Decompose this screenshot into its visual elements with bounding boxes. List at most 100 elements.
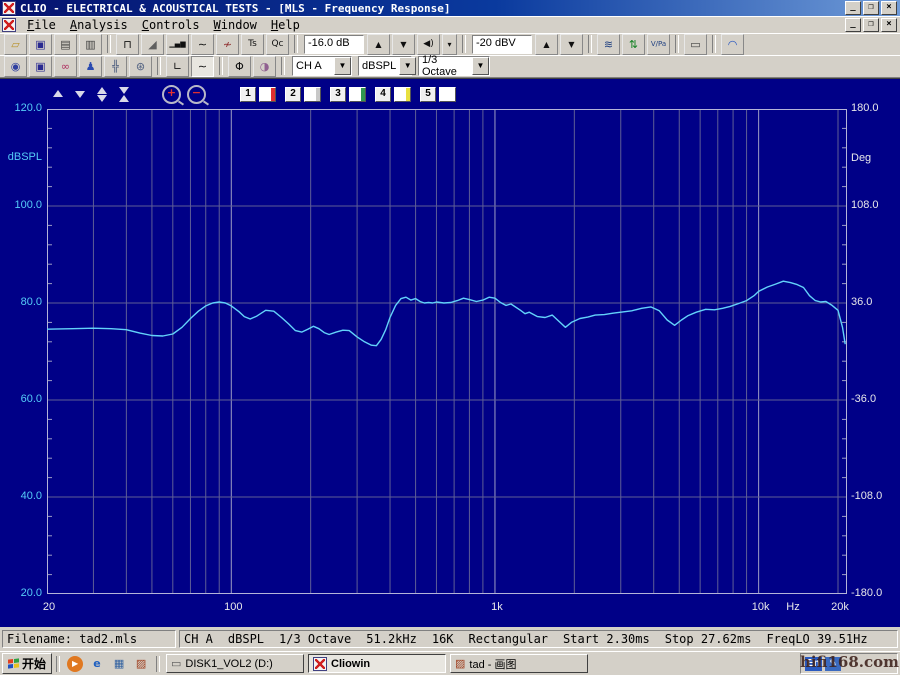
mdi-child-icon[interactable] bbox=[2, 18, 16, 32]
status-segment: dBSPL bbox=[228, 632, 264, 646]
x-axis-unit-label: Hz bbox=[783, 601, 803, 613]
save-button[interactable]: ▣ bbox=[29, 34, 52, 55]
curve-5-button[interactable]: 5 bbox=[420, 87, 436, 102]
y-right-tick: 36.0 bbox=[851, 296, 872, 308]
frequency-response-plot[interactable] bbox=[47, 109, 847, 594]
speaker-menu-button[interactable]: ▾ bbox=[442, 34, 457, 55]
status-segment: 51.2kHz bbox=[366, 632, 417, 646]
input-gain-up-button[interactable]: ▲ bbox=[535, 34, 558, 55]
expand-scale-button[interactable] bbox=[94, 87, 110, 101]
spectrum-fft-button[interactable]: ▁▄▆ bbox=[166, 34, 189, 55]
toolbar-separator bbox=[588, 35, 592, 53]
start-button[interactable]: 开始 bbox=[2, 653, 52, 674]
phase-button[interactable]: Φ bbox=[228, 56, 251, 77]
x-tick: 100 bbox=[221, 601, 245, 613]
channel-select[interactable]: CH A▼ bbox=[292, 56, 352, 76]
open-button[interactable]: ▱ bbox=[4, 34, 27, 55]
task-clio[interactable]: Cliowin bbox=[308, 654, 446, 673]
y-right-tick: 108.0 bbox=[851, 199, 879, 211]
scroll-down-button[interactable] bbox=[72, 87, 88, 101]
output-level-up-button[interactable]: ▲ bbox=[367, 34, 390, 55]
scroll-up-button[interactable] bbox=[50, 87, 66, 101]
plot-border bbox=[48, 110, 847, 594]
clio-target-button[interactable]: ◉ bbox=[4, 56, 27, 77]
shift-button[interactable]: ╬ bbox=[104, 56, 127, 77]
curve-2-button[interactable]: 2 bbox=[285, 87, 301, 102]
curve-4-color-swatch[interactable] bbox=[394, 87, 411, 102]
status-segment: Rectangular bbox=[469, 632, 548, 646]
task-drive[interactable]: ▭DISK1_VOL2 (D:) bbox=[166, 654, 304, 673]
status-bar: Filename: tad2.mls CH AdBSPL1/3 Octave51… bbox=[0, 627, 900, 651]
curve-4-button[interactable]: 4 bbox=[375, 87, 391, 102]
curve-1-button[interactable]: 1 bbox=[240, 87, 256, 102]
mdi-close-button[interactable]: × bbox=[881, 18, 897, 32]
status-segment: CH A bbox=[184, 632, 213, 646]
input-gain-field[interactable]: -20 dBV bbox=[472, 35, 532, 54]
task-paint-doc[interactable]: ▨tad - 画图 bbox=[450, 654, 588, 673]
chevron-down-icon[interactable]: ▼ bbox=[399, 57, 416, 75]
mls-signal-button[interactable]: ⊓ bbox=[116, 34, 139, 55]
sine-off-button[interactable]: ≁ bbox=[216, 34, 239, 55]
x-tick: 20k bbox=[828, 601, 852, 613]
save-measure-button[interactable]: ▣ bbox=[29, 56, 52, 77]
sine-button[interactable]: ∼ bbox=[191, 34, 214, 55]
mic-sensitivity-button[interactable]: V/Pa bbox=[647, 34, 670, 55]
wheel-settings-button[interactable]: ⊛ bbox=[129, 56, 152, 77]
windows-logo-icon bbox=[8, 658, 19, 669]
mdi-minimize-button[interactable]: _ bbox=[845, 18, 861, 32]
curve-5-color-swatch[interactable] bbox=[439, 87, 456, 102]
compress-scale-button[interactable] bbox=[116, 87, 132, 101]
menu-controls[interactable]: Controls bbox=[135, 17, 207, 33]
autorange-button[interactable]: ≋ bbox=[597, 34, 620, 55]
channel-select-value: CH A bbox=[293, 60, 334, 72]
minimize-button[interactable]: _ bbox=[845, 1, 861, 15]
waterfall-button[interactable]: ◢ bbox=[141, 34, 164, 55]
speaker-button[interactable]: ◀) bbox=[417, 34, 440, 55]
curve-1-color-swatch[interactable] bbox=[259, 87, 276, 102]
main-toolbar: ▱▣▤▥⊓◢▁▄▆∼≁TsQc-16.0 dB▲▼◀)▾-20 dBV▲▼≋⇅V… bbox=[0, 33, 900, 56]
measurement-window-button[interactable]: ◠ bbox=[721, 34, 744, 55]
menu-analysis[interactable]: Analysis bbox=[63, 17, 135, 33]
mls-toolbar: ◉▣∞♟╬⊛∟∼Φ◑CH A▼dBSPL▼1/3 Octave▼ bbox=[0, 55, 900, 78]
curve-3-button[interactable]: 3 bbox=[330, 87, 346, 102]
menu-window[interactable]: Window bbox=[207, 17, 264, 33]
autoscale-button[interactable]: ♟ bbox=[79, 56, 102, 77]
toolbar-separator bbox=[281, 57, 285, 75]
restore-button[interactable]: ❐ bbox=[863, 1, 879, 15]
export-notes-button[interactable]: ▤ bbox=[54, 34, 77, 55]
qc-button[interactable]: Qc bbox=[266, 34, 289, 55]
loop-button[interactable]: ∞ bbox=[54, 56, 77, 77]
unit-select[interactable]: dBSPL▼ bbox=[358, 56, 412, 76]
drive-icon: ▭ bbox=[171, 657, 181, 670]
smoothing-select[interactable]: 1/3 Octave▼ bbox=[418, 56, 490, 76]
ie-icon[interactable]: e bbox=[89, 656, 105, 672]
x-tick: 20 bbox=[37, 601, 61, 613]
swatch-color bbox=[406, 88, 410, 101]
linear-scale-button[interactable]: ∟ bbox=[166, 56, 189, 77]
chevron-down-icon[interactable]: ▼ bbox=[334, 57, 351, 75]
zoom-out-icon[interactable]: − bbox=[187, 85, 206, 104]
toolbar-separator bbox=[712, 35, 716, 53]
input-gain-down-button[interactable]: ▼ bbox=[560, 34, 583, 55]
curve-3-color-swatch[interactable] bbox=[349, 87, 366, 102]
chevron-down-icon[interactable]: ▼ bbox=[472, 57, 489, 75]
io-loop-button[interactable]: ⇅ bbox=[622, 34, 645, 55]
media-player-icon[interactable]: ▶ bbox=[67, 656, 83, 672]
ts-parameters-button[interactable]: Ts bbox=[241, 34, 264, 55]
polar-button[interactable]: ◑ bbox=[253, 56, 276, 77]
menu-file[interactable]: File bbox=[20, 17, 63, 33]
menu-help[interactable]: Help bbox=[264, 17, 307, 33]
output-level-field[interactable]: -16.0 dB bbox=[304, 35, 364, 54]
title-bar[interactable]: CLIO - ELECTRICAL & ACOUSTICAL TESTS - [… bbox=[0, 0, 900, 16]
curve-display-button[interactable]: ∼ bbox=[191, 56, 214, 77]
chart-client-area: + − 12345 120.0100.080.060.040.020.0dBSP… bbox=[0, 78, 900, 628]
output-level-down-button[interactable]: ▼ bbox=[392, 34, 415, 55]
print-button[interactable]: ▥ bbox=[79, 34, 102, 55]
cell-button[interactable]: ▭ bbox=[684, 34, 707, 55]
zoom-in-icon[interactable]: + bbox=[162, 85, 181, 104]
close-button[interactable]: × bbox=[881, 1, 897, 15]
mdi-restore-button[interactable]: ❐ bbox=[863, 18, 879, 32]
paint-icon[interactable]: ▨ bbox=[133, 656, 149, 672]
curve-2-color-swatch[interactable] bbox=[304, 87, 321, 102]
show-desktop-icon[interactable]: ▦ bbox=[111, 656, 127, 672]
